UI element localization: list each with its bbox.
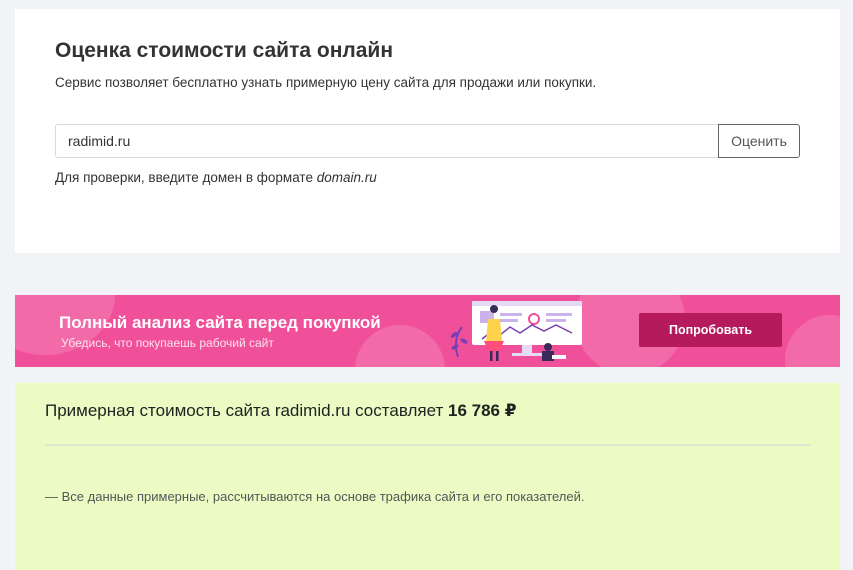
estimator-card: Оценка стоимости сайта онлайн Сервис поз… — [15, 9, 840, 253]
try-button[interactable]: Попробовать — [639, 313, 782, 347]
estimated-price-text: Примерная стоимость сайта radimid.ru сос… — [45, 401, 517, 421]
domain-hint-text: Для проверки, введите домен в формате — [55, 170, 317, 185]
banner-subtitle: Убедись, что покупаешь рабочий сайт — [61, 336, 274, 350]
domain-hint: Для проверки, введите домен в формате do… — [55, 170, 377, 185]
estimated-price-value: 16 786 ₽ — [447, 401, 517, 420]
analytics-illustration-icon — [450, 301, 582, 361]
page-title: Оценка стоимости сайта онлайн — [55, 39, 394, 62]
result-panel: Примерная стоимость сайта radimid.ru сос… — [15, 383, 840, 570]
banner-title: Полный анализ сайта перед покупкой — [59, 313, 381, 332]
domain-hint-example: domain.ru — [316, 170, 377, 185]
domain-input[interactable] — [55, 124, 718, 158]
service-description: Сервис позволяет бесплатно узнать пример… — [55, 75, 597, 90]
estimated-price-label: Примерная стоимость сайта radimid.ru сос… — [45, 401, 448, 420]
evaluate-button[interactable]: Оценить — [718, 124, 800, 158]
disclaimer-note: — Все данные примерные, рассчитываются н… — [45, 489, 585, 504]
promo-banner[interactable]: Полный анализ сайта перед покупкой Убеди… — [15, 295, 840, 367]
divider — [45, 444, 810, 446]
banner-decor-blob — [785, 315, 840, 367]
